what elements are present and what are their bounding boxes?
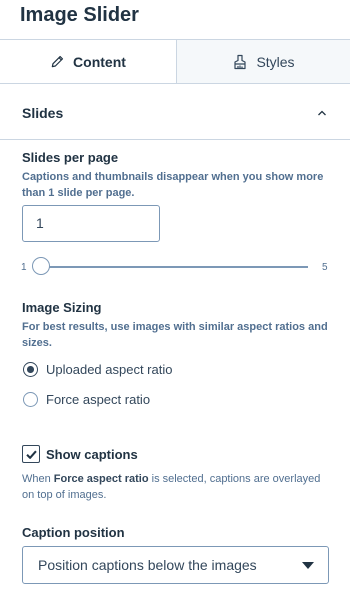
- tab-content[interactable]: Content: [0, 40, 176, 83]
- tab-styles-label: Styles: [256, 53, 295, 70]
- slider-thumb[interactable]: [32, 257, 50, 275]
- slides-per-page-input[interactable]: 1: [22, 205, 160, 242]
- slides-per-page-help: Captions and thumbnails disappear when y…: [22, 171, 324, 199]
- panel-title: Image Slider: [20, 4, 139, 26]
- show-captions-checkbox-row[interactable]: Show captions: [22, 445, 138, 463]
- tab-bar: Content Styles: [0, 39, 350, 84]
- radio-button-selected[interactable]: [23, 362, 38, 377]
- caption-position-select[interactable]: Position captions below the images: [22, 546, 329, 584]
- radio-force-aspect-ratio[interactable]: Force aspect ratio: [23, 392, 150, 407]
- slides-section-header[interactable]: Slides: [0, 96, 350, 140]
- checkmark-icon: [25, 449, 37, 459]
- slider-max-label: 5: [322, 262, 328, 273]
- pencil-icon: [50, 54, 65, 69]
- show-captions-checkbox[interactable]: [22, 445, 40, 463]
- captions-note: When Force aspect ratio is selected, cap…: [22, 473, 321, 501]
- tab-styles[interactable]: Styles: [176, 40, 350, 83]
- radio-button[interactable]: [23, 392, 38, 407]
- tab-content-label: Content: [73, 53, 126, 70]
- image-sizing-help: For best results, use images with simila…: [22, 321, 328, 349]
- slides-per-page-label: Slides per page: [22, 150, 119, 165]
- slider-min-label: 1: [21, 262, 27, 273]
- caption-position-value: Position captions below the images: [38, 557, 257, 573]
- chevron-up-icon[interactable]: [316, 106, 328, 124]
- slider-track[interactable]: [41, 266, 308, 268]
- radio-label: Force aspect ratio: [46, 392, 151, 407]
- radio-uploaded-aspect-ratio[interactable]: Uploaded aspect ratio: [23, 362, 172, 377]
- radio-label: Uploaded aspect ratio: [46, 362, 173, 377]
- show-captions-label: Show captions: [46, 446, 138, 462]
- section-title: Slides: [22, 105, 64, 121]
- brush-icon: [232, 54, 248, 70]
- image-sizing-label: Image Sizing: [22, 300, 102, 315]
- caret-down-icon: [302, 562, 314, 569]
- caption-position-label: Caption position: [22, 525, 125, 540]
